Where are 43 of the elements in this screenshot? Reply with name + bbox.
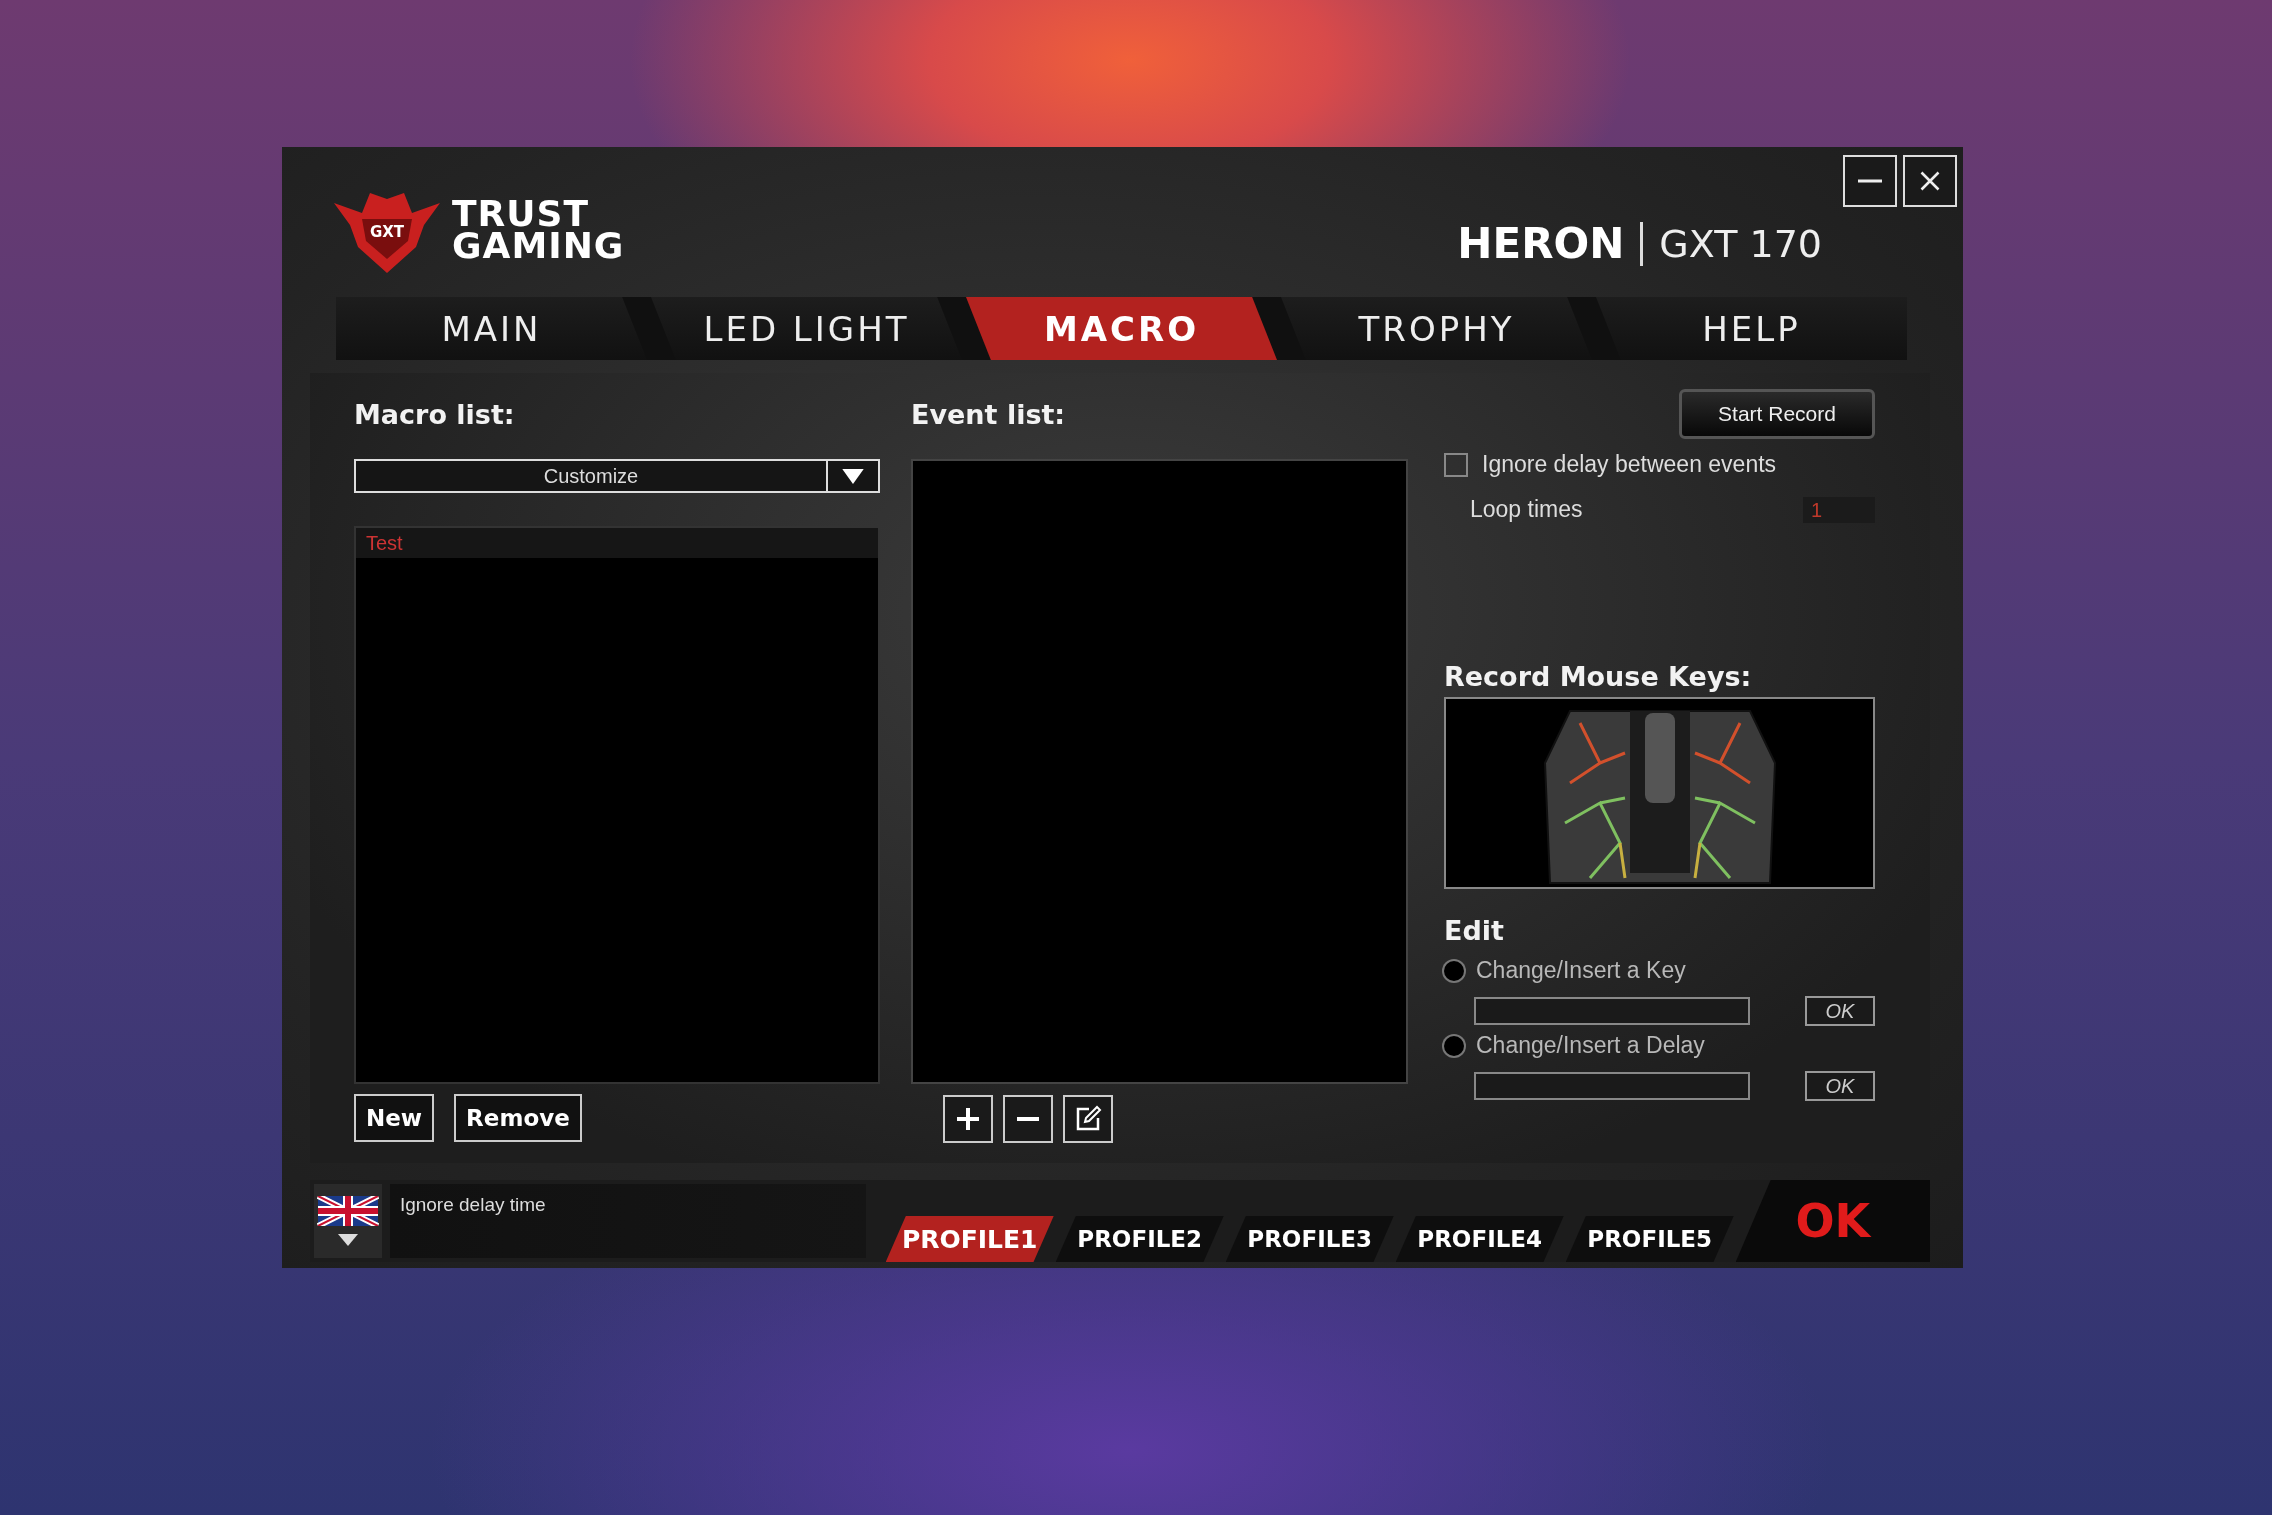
model-name: HERON	[1457, 219, 1625, 268]
caret-icon	[337, 1234, 358, 1246]
flag-icon	[316, 1196, 379, 1226]
minus-icon	[1017, 1117, 1039, 1121]
ok-button[interactable]: OK	[1805, 996, 1875, 1026]
caret-icon	[842, 468, 864, 484]
profile-tab[interactable]: PROFILE1	[885, 1216, 1054, 1262]
macro-button[interactable]: Remove	[454, 1094, 582, 1142]
profile-tab[interactable]: PROFILE5	[1565, 1216, 1734, 1262]
macro-item[interactable]: Test	[356, 528, 878, 558]
macro-button[interactable]: New	[354, 1094, 435, 1142]
nav-tab[interactable]: MACRO	[966, 297, 1277, 360]
brand-text: GAMING	[452, 230, 625, 262]
record-mouse-keys-label: Record Mouse Keys:	[1444, 661, 1753, 694]
loop-times-label: Loop times	[1470, 496, 1583, 523]
edit-option-label: Change/Insert a Key	[1476, 957, 1686, 984]
edit-label: Edit	[1444, 915, 1505, 948]
radio-button[interactable]	[1444, 1035, 1464, 1056]
close-button[interactable]	[1903, 155, 1957, 207]
edit-button[interactable]	[1063, 1095, 1113, 1143]
checkbox[interactable]	[1444, 452, 1468, 477]
language-selector[interactable]	[314, 1184, 382, 1258]
model-number: GXT 170	[1659, 221, 1822, 266]
ok-button[interactable]: OK	[1805, 1071, 1875, 1101]
status-text: Ignore delay time	[399, 1194, 546, 1215]
minimize-button[interactable]	[1843, 155, 1897, 207]
input-field[interactable]	[1474, 997, 1750, 1025]
radio-button[interactable]	[1444, 960, 1464, 981]
remove-button[interactable]	[1003, 1095, 1053, 1143]
add-button[interactable]	[943, 1095, 993, 1143]
minimize-icon	[1858, 179, 1882, 183]
event-list-label: Event list:	[911, 399, 1067, 432]
macro-dropdown[interactable]: Customize	[354, 459, 880, 493]
macro-list-label: Macro list:	[354, 399, 516, 432]
input-field[interactable]	[1474, 1072, 1750, 1100]
edit-option-label: Change/Insert a Delay	[1476, 1032, 1705, 1059]
ignore-delay-label: Ignore delay between events	[1482, 451, 1777, 478]
profile-tab[interactable]: PROFILE3	[1225, 1216, 1394, 1262]
profile-tab[interactable]: PROFILE2	[1055, 1216, 1224, 1262]
ok-button[interactable]: OK	[1735, 1180, 1930, 1262]
brand-text: TRUST	[452, 198, 589, 230]
start-record-button[interactable]: Start Record	[1679, 389, 1875, 439]
profile-tab[interactable]: PROFILE4	[1395, 1216, 1564, 1262]
